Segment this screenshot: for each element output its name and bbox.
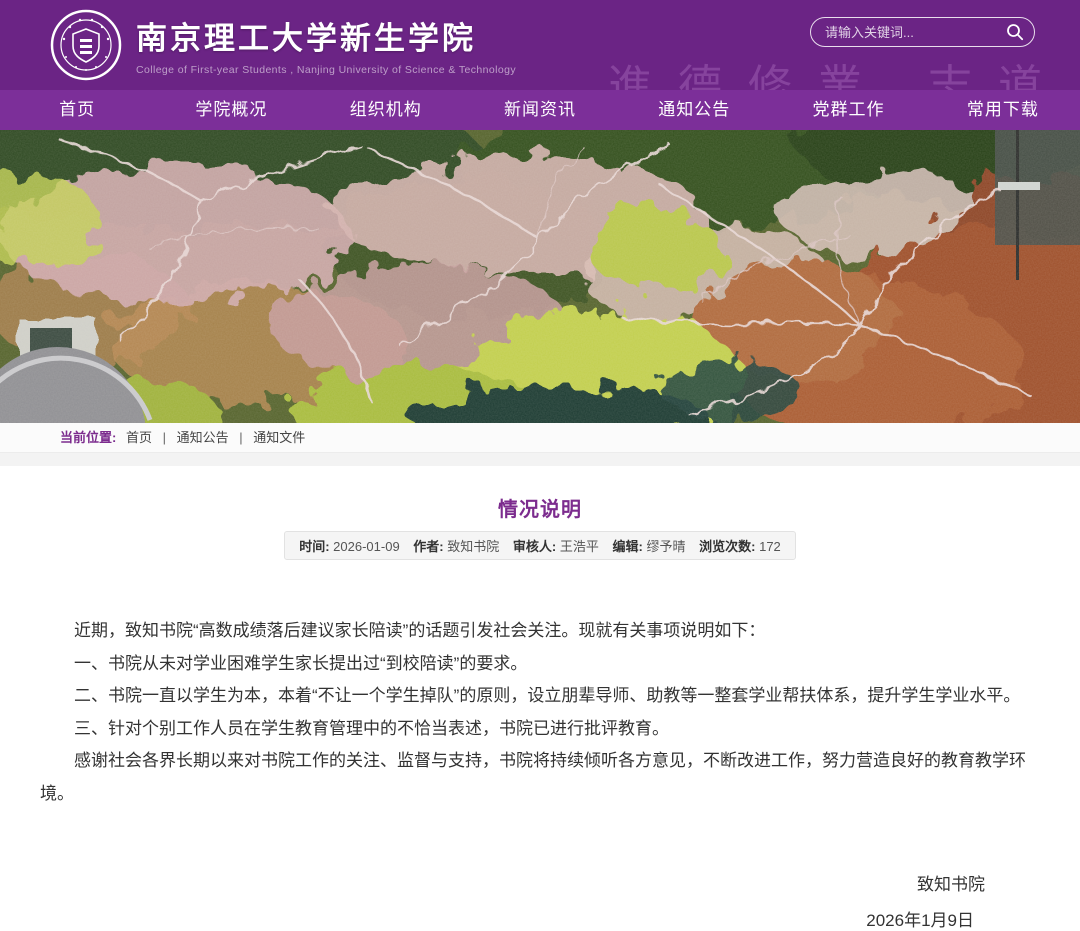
nav-item-notices[interactable]: 通知公告 [617,90,771,130]
paragraph: 感谢社会各界长期以来对书院工作的关注、监督与支持，书院将持续倾听各方意见，不断改… [40,745,1040,810]
meta-editor-value: 缪予晴 [646,539,685,554]
breadcrumb-notice-files[interactable]: 通知文件 [253,430,305,445]
breadcrumb-label: 当前位置: [60,430,116,445]
meta-author-label: 作者: [413,539,443,554]
meta-time-value: 2026-01-09 [333,539,400,554]
meta-views-value: 172 [759,539,781,554]
signature-name: 致知书院 [40,870,1040,895]
article-meta-row: 时间: 2026-01-09 作者: 致知书院 审核人: 王浩平 编辑: 缪予晴… [40,531,1040,560]
breadcrumb: 当前位置: 首页 | 通知公告 | 通知文件 [0,423,1080,453]
nav-item-college-overview[interactable]: 学院概况 [154,90,308,130]
site-header: 進德修業 志道 南京理工大学新生学院 College of First-year… [0,0,1080,90]
nav-item-party-work[interactable]: 党群工作 [771,90,925,130]
calligraphy-watermark: 進德修業 志道 [608,50,1068,90]
search-box[interactable] [810,17,1035,47]
meta-editor-label: 编辑: [613,539,643,554]
breadcrumb-home[interactable]: 首页 [126,430,152,445]
article-title: 情况说明 [40,493,1040,522]
paragraph: 三、针对个别工作人员在学生教育管理中的不恰当表述，书院已进行批评教育。 [40,713,1040,746]
main-nav: 首页 学院概况 组织机构 新闻资讯 通知公告 党群工作 常用下载 [0,90,1080,130]
article-body: 近期，致知书院“高数成绩落后建议家长陪读”的话题引发社会关注。现就有关事项说明如… [40,615,1040,810]
meta-author-value: 致知书院 [447,539,499,554]
site-subtitle: College of First-year Students , Nanjing… [136,64,516,76]
site-title-block: 南京理工大学新生学院 College of First-year Student… [136,13,516,76]
university-seal-icon [50,9,122,81]
signature-date: 2026年1月9日 [40,906,1040,931]
paragraph: 二、书院一直以学生为本，本着“不让一个学生掉队”的原则，设立朋辈导师、助教等一整… [40,680,1040,713]
breadcrumb-separator: | [239,430,242,445]
nav-item-downloads[interactable]: 常用下载 [926,90,1080,130]
university-logo[interactable] [50,9,122,81]
banner-image [0,130,1080,423]
nav-item-home[interactable]: 首页 [0,90,154,130]
nav-item-organization[interactable]: 组织机构 [309,90,463,130]
search-button[interactable] [1006,23,1024,41]
breadcrumb-separator: | [163,430,166,445]
paragraph: 近期，致知书院“高数成绩落后建议家长陪读”的话题引发社会关注。现就有关事项说明如… [40,615,1040,648]
search-icon [1006,23,1024,41]
paragraph: 一、书院从未对学业困难学生家长提出过“到校陪读”的要求。 [40,648,1040,681]
article-meta: 时间: 2026-01-09 作者: 致知书院 审核人: 王浩平 编辑: 缪予晴… [284,531,796,560]
meta-time-label: 时间: [299,539,329,554]
nav-item-news[interactable]: 新闻资讯 [463,90,617,130]
breadcrumb-notices[interactable]: 通知公告 [177,430,229,445]
meta-reviewer-value: 王浩平 [560,539,599,554]
section-divider [0,453,1080,466]
search-input[interactable] [825,25,1006,40]
site-title: 南京理工大学新生学院 [136,13,516,58]
autumn-trees-aerial-illustration [0,130,1080,423]
meta-reviewer-label: 审核人: [513,539,556,554]
article: 情况说明 时间: 2026-01-09 作者: 致知书院 审核人: 王浩平 编辑… [0,493,1080,931]
meta-views-label: 浏览次数: [699,539,755,554]
